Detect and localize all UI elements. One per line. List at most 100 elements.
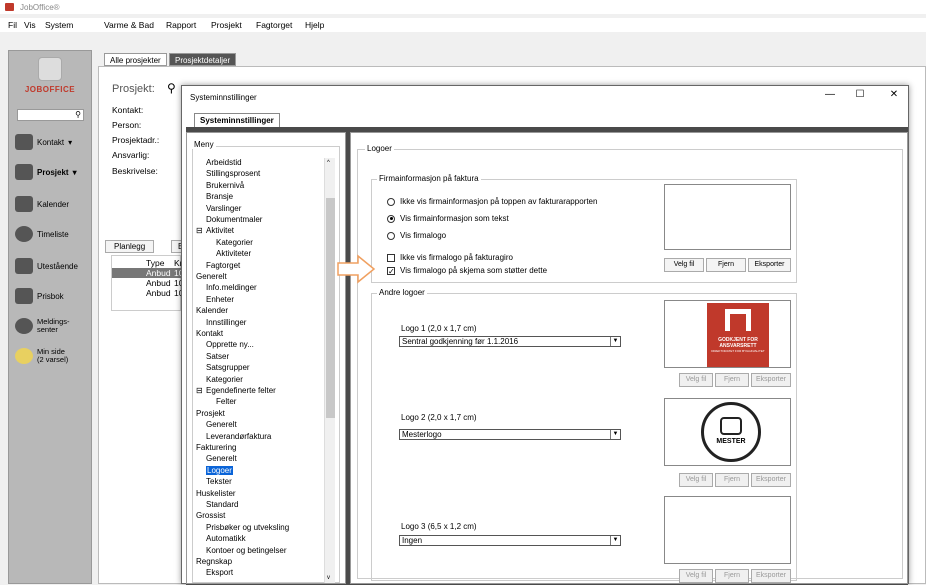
menu-item[interactable]: Info.meldinger [206,283,257,292]
logo2-select[interactable]: Mesterlogo ▼ [399,429,621,440]
sidebar-item-prisbok[interactable]: Prisbok [11,285,91,307]
sidebar-item-prosjekt[interactable]: Prosjekt ▾ [11,161,91,183]
check-ikke-vis-firmalogo-giro[interactable]: Ikke vis firmalogo på fakturagiro [387,253,513,262]
logo2-eksporter-button[interactable]: Eksporter [751,473,791,487]
menu-item[interactable]: Generelt [206,454,237,463]
logo1-velg-fil-button[interactable]: Velg fil [679,373,713,387]
radio-vis-firmalogo[interactable]: Vis firmalogo [387,231,446,240]
collapse-icon[interactable]: ⊟ [196,226,203,235]
menu-item[interactable]: Fakturering [196,443,236,452]
maximize-button[interactable]: ☐ [852,89,868,101]
chevron-down-icon[interactable]: ▼ [610,430,620,439]
menu-tree: Eksport Regnskap Kontoer og betingelser Aut… [196,158,338,584]
logo1-select[interactable]: Sentral godkjenning før 1.1.2016 ▼ [399,336,621,347]
sidebar-item-meldingssenter[interactable]: Meldings- senter [11,315,91,337]
sidebar-item-kalender[interactable]: Kalender [11,193,91,215]
check-vis-firmalogo-skjema[interactable]: ✓ Vis firmalogo på skjema som støtter de… [387,266,547,275]
menu-item[interactable]: Logoer [206,465,233,475]
checkbox[interactable] [387,253,395,262]
menu-hjelp[interactable]: Hjelp [305,20,324,30]
table-row[interactable]: Anbud 10 [112,288,183,298]
menu-item[interactable]: Dokumentmaler [206,215,262,224]
logo2-fjern-button[interactable]: Fjern [715,473,749,487]
menu-prosjekt[interactable]: Prosjekt [211,20,242,30]
chevron-down-icon[interactable]: ▼ [610,337,620,346]
sidebar-item-utestaende[interactable]: Utestående [11,255,91,277]
menu-item[interactable]: Generelt [196,272,227,281]
menu-item[interactable]: Enheter [206,295,234,304]
menu-fagtorget[interactable]: Fagtorget [256,20,292,30]
menu-item[interactable]: Prosjekt [196,409,225,418]
radio-button[interactable] [387,197,395,206]
menu-item[interactable]: Tekster [206,477,232,486]
tab-alle-prosjekter[interactable]: Alle prosjekter [104,53,167,66]
menu-item[interactable]: Opprette ny... [206,340,254,349]
sidebar-search-input[interactable]: ⚲ [17,109,84,121]
menu-item[interactable]: Arbeidstid [206,158,242,167]
chevron-down-icon[interactable]: v [327,575,330,581]
menu-item[interactable]: Leverandørfaktura [206,432,271,441]
logo3-velg-fil-button[interactable]: Velg fil [679,569,713,583]
sidebar-item-timeliste[interactable]: Timeliste [11,223,91,245]
scrollbar-thumb[interactable] [326,198,335,418]
search-icon[interactable]: ⚲ [167,81,176,95]
logo3-eksporter-button[interactable]: Eksporter [751,569,791,583]
logo3-fjern-button[interactable]: Fjern [715,569,749,583]
menu-rapport[interactable]: Rapport [166,20,196,30]
minimize-button[interactable]: — [822,89,838,101]
menu-vis[interactable]: Vis [24,20,36,30]
menu-item[interactable]: Kategorier [206,375,243,384]
table-row[interactable]: Anbud 10 [112,268,183,278]
radio-ikke-vis-firmainfo[interactable]: Ikke vis firmainformasjon på toppen av f… [387,197,597,206]
tab-systeminnstillinger[interactable]: Systeminnstillinger [194,113,280,127]
menu-item[interactable]: Generelt [206,420,237,429]
menu-item[interactable]: Fagtorget [206,261,240,270]
menu-item[interactable]: Aktiviteter [216,249,251,258]
menu-item[interactable]: Kalender [196,306,228,315]
menu-item[interactable]: Kategorier [216,238,253,247]
menu-item[interactable]: Innstillinger [206,318,246,327]
menu-item[interactable]: Stillingsprosent [206,169,260,178]
chevron-up-icon[interactable]: ^ [327,160,330,166]
menu-item[interactable]: Brukernivå [206,181,244,190]
menu-item[interactable]: Felter [216,397,236,406]
menu-item[interactable]: Standard [206,500,238,509]
menu-item[interactable]: Aktivitet [206,226,234,235]
menu-scrollbar[interactable]: ^ v [324,158,335,583]
logo3-select[interactable]: Ingen ▼ [399,535,621,546]
close-button[interactable]: ✕ [886,89,902,101]
menu-item[interactable]: Egendefinerte felter [206,386,276,395]
eksporter-button[interactable]: Eksporter [748,258,791,272]
menu-item[interactable]: Eksport [206,568,233,577]
menu-item[interactable]: Regnskap [196,557,232,566]
checkbox[interactable]: ✓ [387,266,395,275]
menu-item[interactable]: Kontoer og betingelser [206,546,287,555]
menu-varme-bad[interactable]: Varme & Bad [104,20,154,30]
menu-system[interactable]: System [45,20,73,30]
menu-fil[interactable]: Fil [8,20,17,30]
collapse-icon[interactable]: ⊟ [196,386,203,395]
menu-item[interactable]: Kontakt [196,329,223,338]
velg-fil-button[interactable]: Velg fil [664,258,704,272]
menu-item[interactable]: Automatikk [206,534,246,543]
radio-button[interactable] [387,214,395,223]
menu-item[interactable]: Prisbøker og utveksling [206,523,289,532]
logo1-eksporter-button[interactable]: Eksporter [751,373,791,387]
logo1-fjern-button[interactable]: Fjern [715,373,749,387]
menu-item[interactable]: Satsgrupper [206,363,250,372]
menu-item[interactable]: Huskelister [196,489,236,498]
sidebar-item-kontakt[interactable]: Kontakt ▾ [11,131,91,153]
table-row[interactable]: Anbud 10 [112,278,183,288]
menu-item[interactable]: Varslinger [206,204,241,213]
fjern-button[interactable]: Fjern [706,258,746,272]
radio-vis-firmainfo-tekst[interactable]: Vis firmainformasjon som tekst [387,214,509,223]
sidebar-item-min-side[interactable]: Min side (2 varsel) [11,345,91,367]
radio-button[interactable] [387,231,395,240]
logo2-velg-fil-button[interactable]: Velg fil [679,473,713,487]
menu-item[interactable]: Bransje [206,192,233,201]
chevron-down-icon[interactable]: ▼ [610,536,620,545]
tab-planlegg[interactable]: Planlegg [105,240,155,253]
menu-item[interactable]: Satser [206,352,229,361]
tab-prosjektdetaljer[interactable]: Prosjektdetaljer [169,53,237,66]
menu-item[interactable]: Grossist [196,511,225,520]
